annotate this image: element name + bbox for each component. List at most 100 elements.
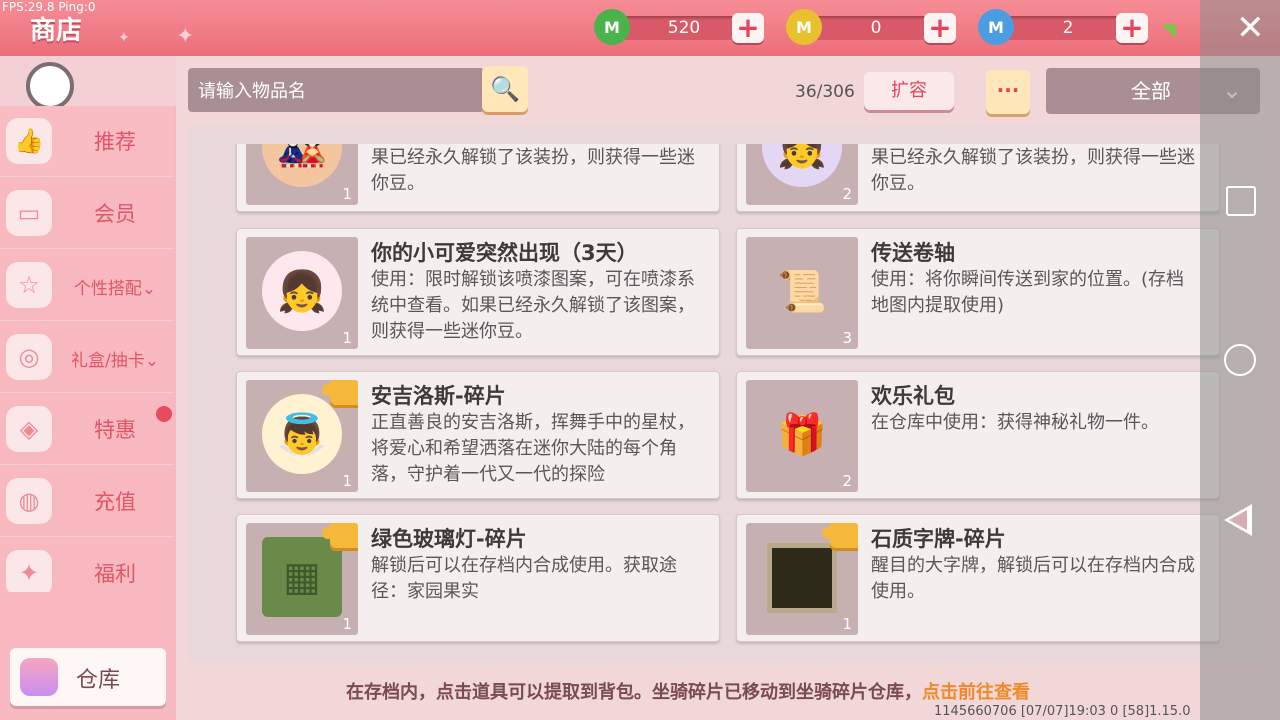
currency-value: 2 bbox=[1062, 18, 1074, 38]
chevron-down-icon: ⌄ bbox=[144, 351, 159, 371]
more-options-button[interactable]: ··· bbox=[986, 70, 1030, 114]
star-decoration: ✦ bbox=[118, 30, 130, 46]
star-decoration: ✦ bbox=[176, 24, 195, 49]
home-icon[interactable] bbox=[1224, 344, 1256, 376]
sidebar-item-giftbox[interactable]: ◎ 礼盒/抽卡⌄ bbox=[0, 322, 174, 393]
currency-value: 520 bbox=[667, 18, 701, 38]
search-box bbox=[188, 68, 484, 114]
spray-sticker-icon: 👧 bbox=[262, 251, 342, 331]
sidebar-item-member[interactable]: ▭ 会员 bbox=[0, 178, 174, 249]
item-description: 正直善良的安吉洛斯，挥舞手中的星杖，将爱心和希望洒落在迷你大陆的每个角落，守护着… bbox=[371, 412, 695, 485]
thumbs-up-icon: 👍 bbox=[6, 118, 52, 164]
cup-icon: ☆ bbox=[6, 262, 52, 308]
notification-dot bbox=[156, 406, 172, 422]
item-description: 使用：将你瞬间传送到家的位置。(存档地图内提取使用) bbox=[871, 269, 1185, 316]
blue-coin-icon: M bbox=[978, 9, 1014, 45]
item-quantity: 1 bbox=[342, 472, 352, 490]
sidebar-item-label: 特惠 bbox=[94, 418, 136, 442]
item-quantity: 2 bbox=[842, 185, 852, 203]
item-card[interactable]: 🎁 2 欢乐礼包 在仓库中使用：获得神秘礼物一件。 bbox=[736, 371, 1220, 499]
item-description: 醒目的大字牌，解锁后可以在存档内合成使用。 bbox=[871, 555, 1195, 602]
item-thumbnail: 👧 2 bbox=[746, 144, 858, 205]
footer-note: 在存档内，点击道具可以提取到背包。坐骑碎片已移动到坐骑碎片仓库，点击前往查看 bbox=[346, 678, 1030, 704]
gift-box-icon: ◈ bbox=[6, 406, 52, 452]
scroll-icon: 📜 bbox=[762, 251, 842, 331]
page-title: 商店 bbox=[30, 16, 83, 46]
welfare-icon: ✦ bbox=[6, 550, 52, 592]
close-icon[interactable]: ✕ bbox=[1236, 8, 1265, 48]
gold-coin-icon: M bbox=[786, 9, 822, 45]
item-card[interactable]: 🎎 1 果已经永久解锁了该装扮，则获得一些迷你豆。 bbox=[236, 144, 720, 212]
item-thumbnail: 🎁 2 bbox=[746, 380, 858, 492]
sidebar-item-recommend[interactable]: 👍 推荐 bbox=[0, 106, 174, 177]
label-text: 礼盒/抽卡 bbox=[71, 351, 145, 371]
category-list: 👍 推荐 ▭ 会员 ☆ 个性搭配⌄ ◎ 礼盒/抽卡⌄ ◈ 特惠 ◍ 充值 ✦ 福… bbox=[0, 106, 174, 592]
item-name: 石质字牌-碎片 bbox=[871, 527, 1006, 551]
add-blue-coin-button[interactable]: + bbox=[1116, 13, 1148, 43]
item-thumbnail: 👼 1 bbox=[246, 380, 358, 492]
search-icon: 🔍 bbox=[490, 75, 520, 103]
item-quantity: 3 bbox=[842, 329, 852, 347]
item-count: 36/306 bbox=[795, 82, 855, 102]
item-thumbnail: 🎎 1 bbox=[246, 144, 358, 205]
item-card[interactable]: 📜 3 传送卷轴 使用：将你瞬间传送到家的位置。(存档地图内提取使用) bbox=[736, 228, 1220, 356]
item-quantity: 2 bbox=[842, 472, 852, 490]
item-description: 果已经永久解锁了该装扮，则获得一些迷你豆。 bbox=[871, 147, 1195, 194]
item-thumbnail: ▦ 1 bbox=[246, 523, 358, 635]
puzzle-piece-icon bbox=[322, 380, 358, 408]
sidebar-item-label: 推荐 bbox=[94, 130, 136, 154]
puzzle-piece-icon bbox=[822, 523, 858, 551]
back-icon-inner bbox=[1229, 510, 1247, 530]
item-grid: 🎎 1 果已经永久解锁了该装扮，则获得一些迷你豆。 👧 2 果已经永久解锁了该装… bbox=[190, 144, 1220, 652]
sidebar-item-label: 充值 bbox=[94, 490, 136, 514]
gift-search-icon: ◎ bbox=[6, 334, 52, 380]
gift-box-icon: 🎁 bbox=[762, 394, 842, 474]
item-quantity: 1 bbox=[342, 615, 352, 633]
item-thumbnail: ▣ 1 bbox=[746, 523, 858, 635]
item-name: 绿色玻璃灯-碎片 bbox=[371, 527, 527, 551]
search-button[interactable]: 🔍 bbox=[482, 66, 528, 112]
stone-sign-icon: ▣ bbox=[767, 543, 837, 613]
sidebar-item-label: 会员 bbox=[94, 202, 136, 226]
expand-button[interactable]: 扩容 bbox=[864, 72, 954, 110]
item-thumbnail: 👧 1 bbox=[246, 237, 358, 349]
item-card[interactable]: 👧 2 果已经永久解锁了该装扮，则获得一些迷你豆。 bbox=[736, 144, 1220, 212]
sidebar-item-special[interactable]: ◈ 特惠 bbox=[0, 394, 174, 465]
search-input[interactable] bbox=[196, 68, 480, 114]
sidebar-item-welfare[interactable]: ✦ 福利 bbox=[0, 538, 174, 592]
item-card[interactable]: ▣ 1 石质字牌-碎片 醒目的大字牌，解锁后可以在存档内合成使用。 bbox=[736, 514, 1220, 642]
item-card[interactable]: ▦ 1 绿色玻璃灯-碎片 解锁后可以在存档内合成使用。获取途径：家园果实 bbox=[236, 514, 720, 642]
currency-value: 0 bbox=[870, 18, 882, 38]
recent-apps-icon[interactable] bbox=[1226, 186, 1256, 216]
item-card[interactable]: 👼 1 安吉洛斯-碎片 正直善良的安吉洛斯，挥舞手中的星杖，将爱心和希望洒落在迷… bbox=[236, 371, 720, 499]
add-gold-coin-button[interactable]: + bbox=[924, 13, 956, 43]
item-description: 使用：限时解锁该喷漆图案，可在喷漆系统中查看。如果已经永久解锁了该图案，则获得一… bbox=[371, 269, 695, 342]
angel-character-icon: 👼 bbox=[262, 394, 342, 474]
fps-readout: FPS:29.8 Ping:0 bbox=[2, 0, 96, 14]
sidebar-item-recharge[interactable]: ◍ 充值 bbox=[0, 466, 174, 537]
add-green-gem-button[interactable]: + bbox=[732, 13, 764, 43]
character-sticker-icon: 👧 bbox=[762, 144, 842, 187]
green-glass-lamp-icon: ▦ bbox=[262, 537, 342, 617]
puzzle-piece-icon bbox=[322, 523, 358, 551]
character-sticker-icon: 🎎 bbox=[262, 144, 342, 187]
item-description: 果已经永久解锁了该装扮，则获得一些迷你豆。 bbox=[371, 147, 695, 194]
label-text: 个性搭配 bbox=[73, 279, 142, 299]
coins-icon: ◍ bbox=[6, 478, 52, 524]
sidebar-item-label: 福利 bbox=[94, 562, 136, 586]
green-gem-icon: M bbox=[594, 9, 630, 45]
sidebar-item-outfit[interactable]: ☆ 个性搭配⌄ bbox=[0, 250, 174, 321]
warehouse-button[interactable]: 仓库 bbox=[10, 648, 166, 706]
sidebar-item-label: 个性搭配⌄ bbox=[60, 274, 170, 299]
member-card-icon: ▭ bbox=[6, 190, 52, 236]
item-card[interactable]: 👧 1 你的小可爱突然出现（3天） 使用：限时解锁该喷漆图案，可在喷漆系统中查看… bbox=[236, 228, 720, 356]
chevron-down-icon: ⌄ bbox=[141, 279, 157, 299]
item-quantity: 1 bbox=[342, 185, 352, 203]
signal-icon: ◥ bbox=[1162, 20, 1176, 41]
view-mount-fragments-link[interactable]: 点击前往查看 bbox=[922, 682, 1030, 703]
version-info: 1145660706 [07/07]19:03 0 [58]1.15.0 bbox=[934, 704, 1191, 719]
sidebar-item-label: 礼盒/抽卡⌄ bbox=[60, 346, 170, 371]
item-quantity: 1 bbox=[842, 615, 852, 633]
avatar[interactable] bbox=[26, 62, 74, 110]
item-thumbnail: 📜 3 bbox=[746, 237, 858, 349]
